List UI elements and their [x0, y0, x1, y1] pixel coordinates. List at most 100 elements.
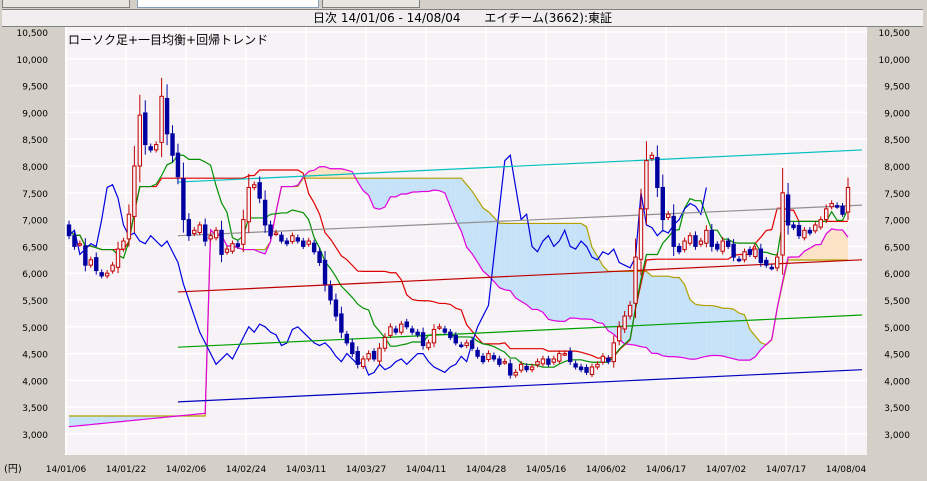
- x-tick-label: 14/07/17: [766, 465, 806, 475]
- candle-body: [524, 365, 529, 371]
- candle-body: [464, 342, 469, 347]
- y-tick-label-right: 4,500: [884, 351, 910, 361]
- candle-body: [753, 248, 758, 258]
- candle-body: [404, 321, 409, 328]
- candle-body: [600, 355, 606, 363]
- candle-body: [126, 213, 132, 240]
- candle-body: [344, 333, 350, 344]
- y-tick-label-right: 10,500: [879, 29, 911, 39]
- y-tick-label-left: 9,500: [22, 83, 48, 93]
- y-tick-label-right: 8,000: [884, 163, 910, 173]
- candle-body: [290, 235, 295, 243]
- cloud-segment: [700, 305, 707, 358]
- symbol-label: エイチーム(3662):東証: [484, 11, 612, 25]
- candle-body: [202, 224, 208, 242]
- candle-body: [589, 366, 595, 376]
- candle-body: [693, 235, 698, 247]
- candle-body: [660, 186, 665, 221]
- candle-body: [99, 272, 104, 277]
- candle-body: [66, 224, 72, 237]
- candle-body: [322, 259, 328, 285]
- candle-body: [94, 257, 99, 272]
- candle-body: [448, 331, 453, 339]
- candle-body: [175, 152, 181, 178]
- candle-body: [638, 208, 644, 260]
- cloud-segment: [504, 223, 511, 291]
- candle-body: [655, 156, 660, 188]
- candle-body: [709, 229, 715, 247]
- candle-body: [840, 205, 845, 215]
- candle-body: [682, 240, 687, 251]
- candle-body: [197, 224, 202, 233]
- cloud-segment: [483, 207, 489, 276]
- y-tick-label-right: 7,000: [884, 217, 910, 227]
- candle-body: [88, 259, 93, 266]
- candle-body: [132, 165, 137, 217]
- candle-body: [153, 144, 159, 151]
- candle-body: [110, 264, 115, 272]
- cloud-segment: [96, 415, 102, 425]
- toolbar-button[interactable]: [2, 0, 130, 8]
- candle-body: [551, 358, 557, 363]
- y-tick-label-right: 9,500: [884, 83, 910, 93]
- candle-body: [115, 248, 121, 268]
- candle-body: [508, 363, 513, 376]
- toolbar-button[interactable]: [322, 0, 420, 8]
- cloud-segment: [837, 229, 843, 260]
- candle-body: [208, 235, 213, 240]
- candle-body: [785, 194, 791, 226]
- candle-body: [437, 326, 442, 329]
- candle-body: [698, 240, 704, 245]
- x-tick-label: 14/08/04: [826, 465, 867, 475]
- candle-body: [252, 184, 257, 188]
- x-tick-label: 14/04/11: [406, 465, 446, 475]
- candle-body: [649, 154, 655, 159]
- candle-body: [257, 182, 262, 199]
- y-tick-label-left: 8,500: [22, 136, 48, 146]
- candle-body: [333, 299, 339, 317]
- cloud-segment: [499, 223, 505, 290]
- candle-body: [246, 186, 251, 223]
- cloud-segment: [602, 265, 609, 331]
- candle-body: [241, 219, 246, 245]
- cloud-segment: [515, 223, 522, 302]
- y-tick-label-left: 3,000: [22, 431, 48, 441]
- y-tick-label-left: 9,000: [22, 109, 48, 119]
- candle-body: [393, 328, 399, 333]
- candle-body: [317, 251, 322, 263]
- y-tick-label-left: 4,000: [22, 377, 48, 387]
- cloud-segment: [668, 276, 674, 357]
- cloud-segment: [374, 178, 380, 210]
- cloud-segment: [390, 178, 396, 197]
- candle-body: [420, 332, 426, 347]
- symbol-input[interactable]: [137, 0, 319, 8]
- candle-body: [633, 256, 638, 304]
- toolbar: [0, 0, 927, 8]
- candle-body: [273, 232, 279, 235]
- cloud-segment: [532, 223, 538, 310]
- candle-body: [268, 224, 273, 237]
- cloud-segment: [662, 276, 669, 357]
- candle-body: [453, 334, 458, 344]
- candle-body: [306, 240, 311, 245]
- cloud-segment: [673, 277, 680, 358]
- candle-body: [295, 237, 300, 242]
- unit-label: (円): [4, 464, 22, 475]
- y-tick-label-left: 10,500: [17, 29, 49, 39]
- y-tick-label-left: 10,000: [17, 56, 49, 66]
- cloud-segment: [526, 223, 533, 310]
- candle-body: [382, 337, 388, 349]
- candle-body: [535, 361, 540, 366]
- candle-body: [671, 215, 676, 247]
- cloud-segment: [831, 228, 838, 260]
- candle-body: [164, 97, 170, 135]
- candle-body: [170, 133, 175, 156]
- cloud-segment: [728, 308, 734, 359]
- candle-body: [77, 243, 83, 246]
- cloud-segment: [466, 184, 473, 254]
- y-tick-label-left: 8,000: [22, 163, 48, 173]
- candle-body: [611, 342, 616, 363]
- candle-body: [230, 243, 235, 252]
- candle-body: [284, 240, 290, 245]
- candle-body: [104, 272, 110, 277]
